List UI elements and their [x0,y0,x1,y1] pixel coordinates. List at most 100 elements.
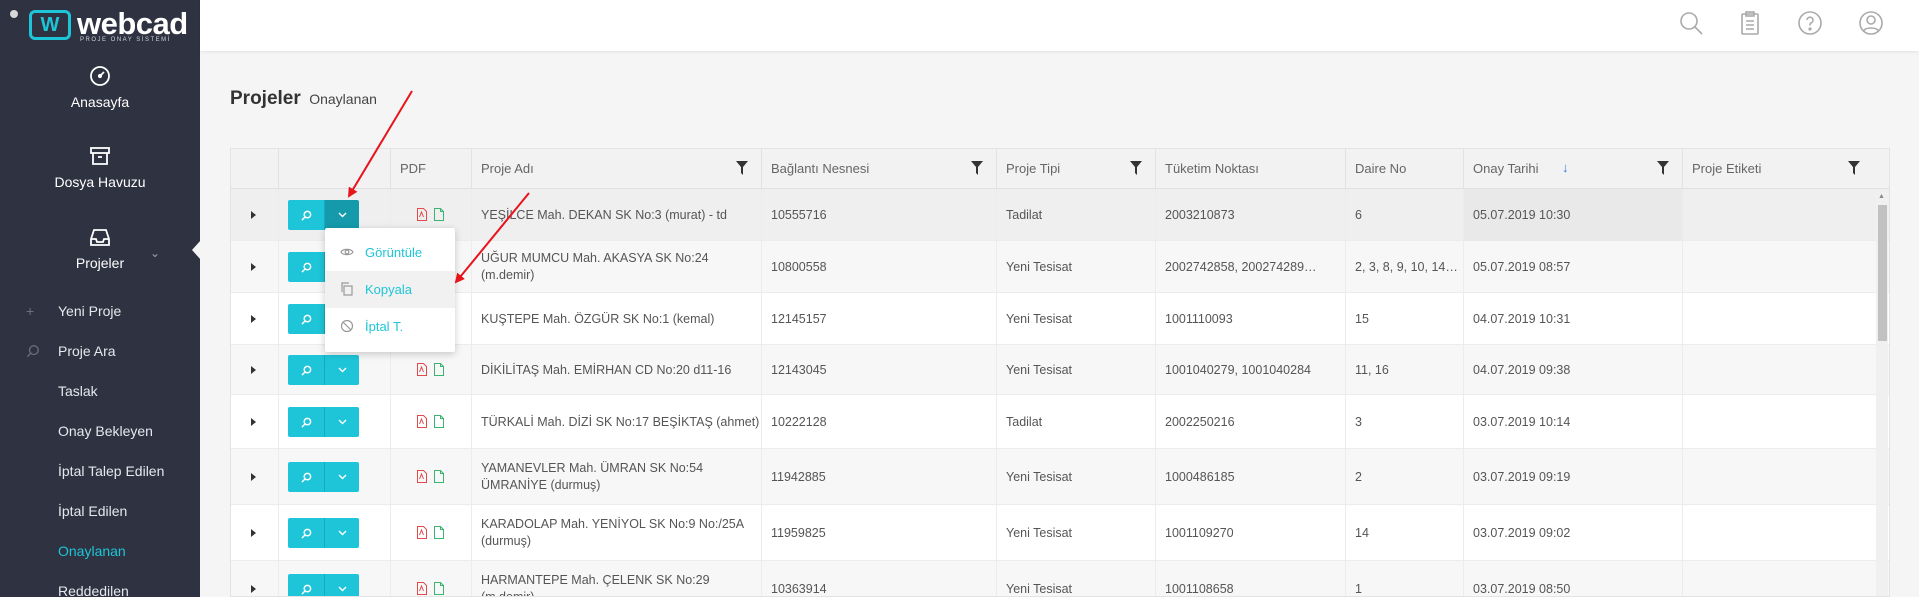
view-button[interactable] [288,355,324,385]
pdf-file-icon[interactable] [417,415,427,428]
table-row[interactable]: DİKİLİTAŞ Mah. EMİRHAN CD No:20 d11-16 1… [231,345,1889,395]
sidebar-item-proje-ara[interactable]: Proje Ara [58,343,116,359]
table-header: PDF Proje Adı Bağlantı Nesnesi Proje Tip… [231,149,1889,189]
pdf-file-icon[interactable] [417,582,427,595]
sidebar-item-onaylanan[interactable]: Onaylanan [58,543,126,559]
header-onay-tarihi[interactable]: Onay Tarihi [1464,149,1683,189]
nav-projects[interactable]: Projeler [0,225,200,273]
view-button[interactable] [288,574,324,596]
pdf-file-icon[interactable] [417,363,427,376]
row-actions-dropdown-button[interactable] [324,518,359,548]
search-icon [300,584,311,595]
table-row[interactable]: YAMANEVLER Mah. ÜMRAN SK No:54 ÜMRANİYE … [231,449,1889,505]
pdf-file-icon[interactable] [417,208,427,221]
chevron-down-icon [338,212,346,218]
webcad-logo-icon: W [29,10,71,40]
cell-baglanti-nesnesi: 11959825 [762,505,997,561]
view-button[interactable] [288,304,324,334]
pdf-file-icon[interactable] [417,526,427,539]
clipboard-icon[interactable] [1737,10,1763,36]
table-row[interactable]: HARMANTEPE Mah. ÇELENK SK No:29 (m.demir… [231,561,1889,596]
scroll-up-icon[interactable]: ▲ [1878,193,1885,200]
header-tuketim-label: Tüketim Noktası [1165,161,1259,176]
expand-row-icon[interactable] [251,263,256,271]
filter-icon[interactable] [736,161,748,175]
document-file-icon[interactable] [434,582,444,595]
header-daire-no[interactable]: Daire No [1346,149,1464,189]
cell-proje-etiketi [1683,561,1876,596]
sidebar-item-reddedilen[interactable]: Reddedilen [58,583,129,597]
view-button[interactable] [288,407,324,437]
chevron-down-icon[interactable]: ⌄ [150,246,160,260]
table-row[interactable]: KUŞTEPE Mah. ÖZGÜR SK No:1 (kemal) 12145… [231,293,1889,345]
document-file-icon[interactable] [434,363,444,376]
nav-home[interactable]: Anasayfa [0,64,200,112]
search-icon [300,528,311,539]
cell-baglanti-nesnesi: 12145157 [762,293,997,345]
menu-item-goruntule[interactable]: Görüntüle [325,234,455,271]
cell-proje-tipi: Tadilat [997,189,1156,241]
sidebar-item-iptal-edilen[interactable]: İptal Edilen [58,503,127,519]
sidebar-item-onay-bekleyen[interactable]: Onay Bekleyen [58,423,153,439]
search-icon[interactable] [1678,10,1704,36]
expand-row-icon[interactable] [251,315,256,323]
status-dot [10,10,18,18]
cell-onay-tarihi: 03.07.2019 09:19 [1464,449,1683,505]
nav-files[interactable]: Dosya Havuzu [0,144,200,192]
view-button[interactable] [288,200,324,230]
row-actions-dropdown-button[interactable] [324,407,359,437]
header-proje-adi[interactable]: Proje Adı [472,149,762,189]
vertical-scrollbar[interactable]: ▲ [1876,191,1888,596]
cell-proje-tipi: Yeni Tesisat [997,345,1156,395]
help-icon[interactable] [1797,10,1823,36]
sidebar-item-taslak[interactable]: Taslak [58,383,98,399]
view-button[interactable] [288,518,324,548]
document-file-icon[interactable] [434,526,444,539]
document-file-icon[interactable] [434,208,444,221]
table-row[interactable]: KARADOLAP Mah. YENİYOL SK No:9 No:/25A (… [231,505,1889,561]
speedometer-icon [90,66,110,86]
table-row[interactable]: TÜRKALİ Mah. DİZİ SK No:17 BEŞİKTAŞ (ahm… [231,395,1889,449]
header-proje-tipi-label: Proje Tipi [1006,161,1061,176]
header-baglanti-nesnesi[interactable]: Bağlantı Nesnesi [762,149,997,189]
view-button[interactable] [288,252,324,282]
expand-row-icon[interactable] [251,366,256,374]
filter-icon[interactable] [1657,161,1669,175]
row-actions-dropdown-button[interactable] [324,200,359,230]
sort-down-icon[interactable]: ↓ [1562,160,1569,175]
cell-proje-adi: HARMANTEPE Mah. ÇELENK SK No:29 (m.demir… [472,561,762,596]
cell-baglanti-nesnesi: 12143045 [762,345,997,395]
header-tuketim-noktasi[interactable]: Tüketim Noktası [1156,149,1346,189]
filter-icon[interactable] [971,161,983,175]
filter-icon[interactable] [1130,161,1142,175]
expand-row-icon[interactable] [251,473,256,481]
header-pdf[interactable]: PDF [391,149,472,189]
expand-row-icon[interactable] [251,585,256,593]
cell-daire-no: 1 [1346,561,1464,596]
top-bar [200,0,1919,51]
table-row[interactable]: UĞUR MUMCU Mah. AKASYA SK No:24 (m.demir… [231,241,1889,293]
document-file-icon[interactable] [434,415,444,428]
menu-item-iptal[interactable]: İptal T. [325,308,455,345]
user-icon[interactable] [1858,10,1884,36]
cell-proje-adi: TÜRKALİ Mah. DİZİ SK No:17 BEŞİKTAŞ (ahm… [472,395,762,449]
document-file-icon[interactable] [434,470,444,483]
cell-daire-no: 14 [1346,505,1464,561]
pdf-file-icon[interactable] [417,470,427,483]
row-actions-dropdown-button[interactable] [324,462,359,492]
row-actions-dropdown-button[interactable] [324,355,359,385]
page-title: Projeler Onaylanan [230,88,377,110]
search-icon [26,345,39,358]
sidebar-item-iptal-talep-edilen[interactable]: İptal Talep Edilen [58,463,164,479]
cell-onay-tarihi: 05.07.2019 10:30 [1464,189,1683,241]
expand-row-icon[interactable] [251,211,256,219]
expand-row-icon[interactable] [251,529,256,537]
table-row[interactable]: YEŞİLCE Mah. DEKAN SK No:3 (murat) - td … [231,189,1889,241]
filter-icon[interactable] [1848,161,1860,175]
menu-item-kopyala[interactable]: Kopyala [325,271,455,308]
expand-row-icon[interactable] [251,418,256,426]
sidebar-item-yeni-proje[interactable]: Yeni Proje [58,303,121,319]
row-actions-dropdown-button[interactable] [324,574,359,596]
scrollbar-thumb[interactable] [1878,205,1887,341]
view-button[interactable] [288,462,324,492]
